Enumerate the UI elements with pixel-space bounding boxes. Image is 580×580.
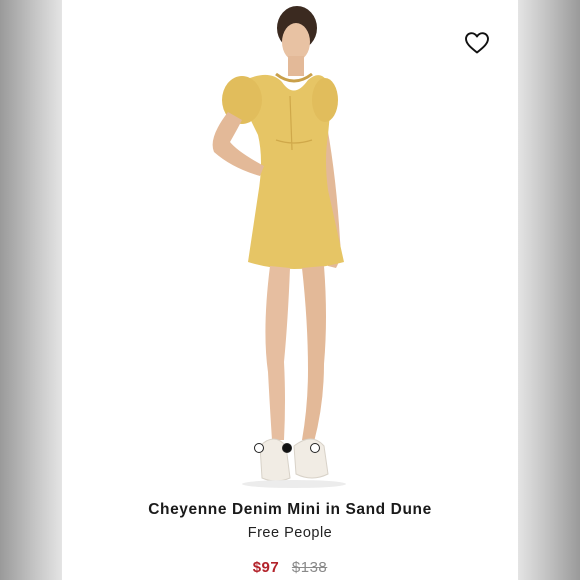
gallery-dot-3[interactable] [310, 443, 320, 453]
blurred-backdrop-right [518, 0, 580, 580]
product-title[interactable]: Cheyenne Denim Mini in Sand Dune [62, 501, 518, 519]
gallery-dot-1[interactable] [254, 443, 264, 453]
product-card: Cheyenne Denim Mini in Sand Dune Free Pe… [62, 0, 518, 580]
gallery-dot-2-active[interactable] [282, 443, 292, 453]
price-row: $97 $138 [62, 559, 518, 576]
original-price: $138 [291, 559, 328, 576]
blurred-backdrop-left [0, 0, 62, 580]
product-photo[interactable] [62, 0, 518, 490]
brand-name[interactable]: Free People [62, 525, 518, 541]
sale-price: $97 [252, 559, 280, 576]
heart-outline-icon[interactable] [464, 31, 490, 55]
gallery-pagination [254, 443, 326, 455]
